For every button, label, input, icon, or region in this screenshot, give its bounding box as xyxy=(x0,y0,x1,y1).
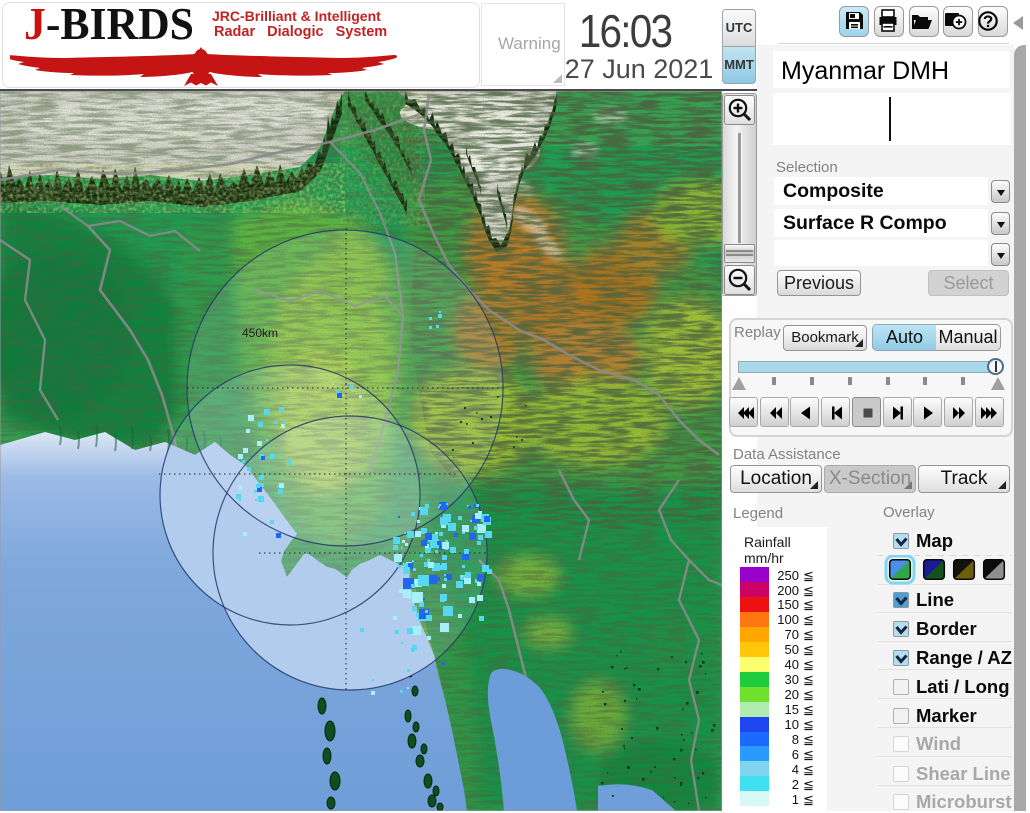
svg-text:450km: 450km xyxy=(242,326,278,340)
